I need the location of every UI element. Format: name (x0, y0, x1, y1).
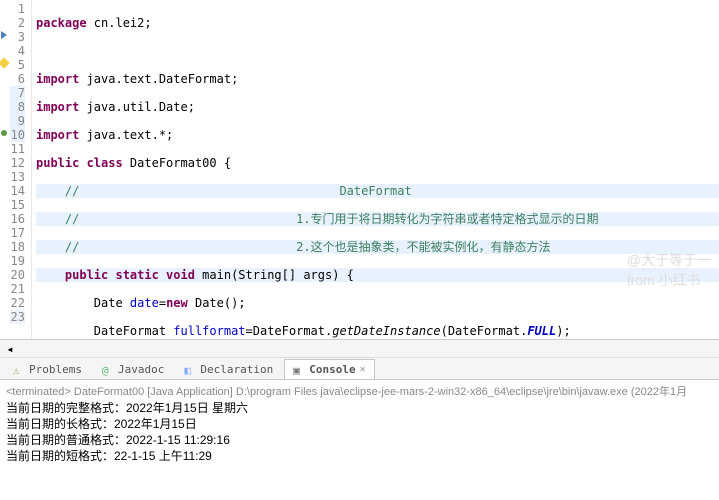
tab-declaration[interactable]: ◧Declaration (175, 359, 282, 379)
close-icon[interactable]: ✕ (360, 364, 366, 375)
tab-problems[interactable]: ⚠Problems (4, 359, 91, 379)
editor-toolbar: ◂ (0, 340, 719, 358)
console-icon: ▣ (293, 364, 305, 376)
run-icon (1, 130, 7, 136)
code-area[interactable]: package cn.lei2; import java.text.DateFo… (32, 0, 719, 339)
code-editor[interactable]: 1 2 3 4 5 6 7 8 9 10 11 12 13 14 15 16 1… (0, 0, 719, 340)
console-output-line: 当前日期的长格式：2022年1月15日 (6, 416, 713, 432)
line-number-gutter: 1 2 3 4 5 6 7 8 9 10 11 12 13 14 15 16 1… (8, 0, 32, 339)
arrow-icon (1, 31, 7, 39)
declaration-icon: ◧ (184, 364, 196, 376)
console-view[interactable]: <terminated> DateFormat00 [Java Applicat… (0, 380, 719, 468)
javadoc-icon: @ (102, 364, 114, 376)
chevron-left-icon[interactable]: ◂ (4, 343, 16, 355)
console-terminated-label: <terminated> DateFormat00 [Java Applicat… (6, 384, 713, 400)
console-output-line: 当前日期的短格式：22-1-15 上午11:29 (6, 448, 713, 464)
tab-javadoc[interactable]: @Javadoc (93, 359, 173, 379)
bottom-tab-bar: ⚠Problems @Javadoc ◧Declaration ▣Console… (0, 358, 719, 380)
marker-bar (0, 0, 8, 339)
console-output-line: 当前日期的普通格式：2022-1-15 11:29:16 (6, 432, 713, 448)
problems-icon: ⚠ (13, 364, 25, 376)
console-output-line: 当前日期的完整格式：2022年1月15日 星期六 (6, 400, 713, 416)
tab-console[interactable]: ▣Console✕ (284, 359, 374, 379)
